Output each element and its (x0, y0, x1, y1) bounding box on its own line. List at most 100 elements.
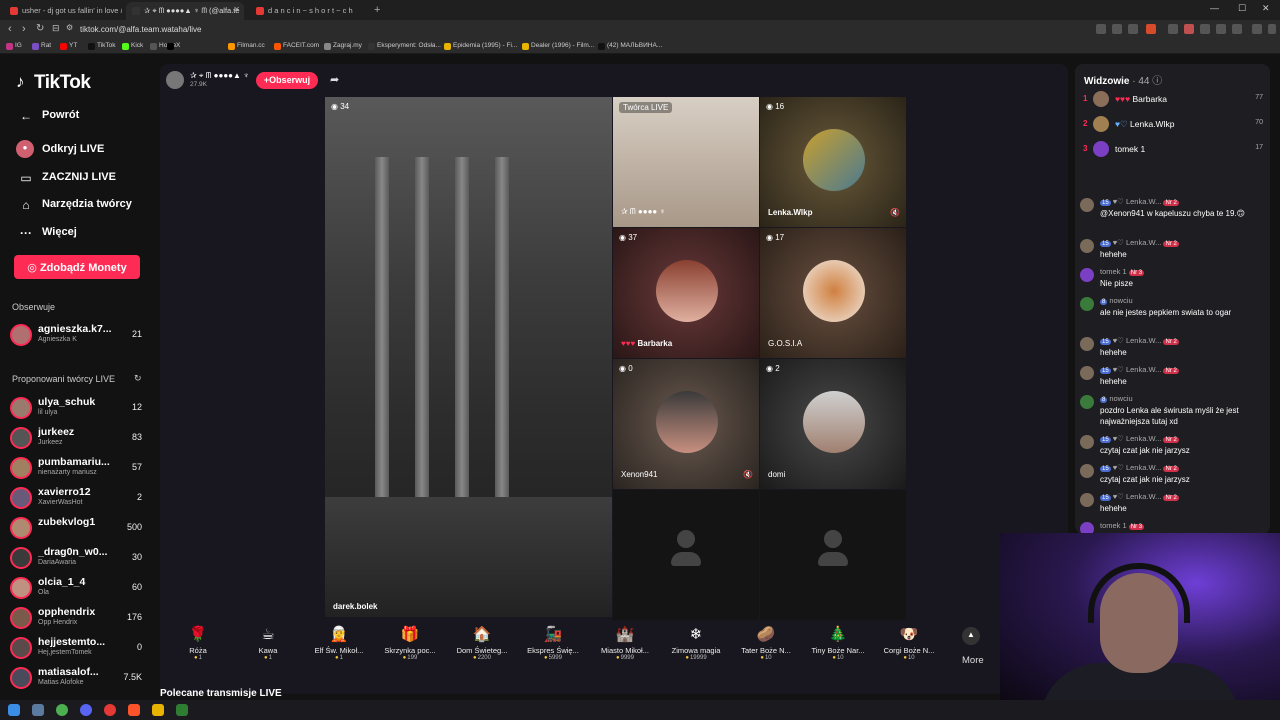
nav-discover-live[interactable]: ● Odkryj LIVE (16, 140, 104, 158)
taskbar-app-icon[interactable] (104, 704, 116, 716)
bookmark-item[interactable]: Epidemia (1995) - Fi... (444, 42, 517, 50)
bookmark-item[interactable]: (42) МАЛЬВИНА... (598, 42, 662, 50)
gift-item[interactable]: 🏠Dom Świeteg...2200 (452, 620, 512, 661)
close-icon[interactable]: ✕ (233, 5, 240, 14)
gift-item[interactable]: 🏰Miasto Mikoł...9999 (595, 620, 655, 661)
music-icon[interactable] (1252, 24, 1262, 34)
gift-item[interactable]: 🎁Skrzynka poc...199 (380, 620, 440, 661)
following-item[interactable]: agnieszka.k7... Agnieszka K 21 (10, 323, 150, 349)
guest-video[interactable]: ◉ 17 G.O.S.I.A (760, 228, 906, 358)
suggested-creator[interactable]: zubekvlog1 500 (10, 516, 150, 542)
nav-more[interactable]: ··· Więcej (18, 226, 77, 240)
more-gifts-button[interactable]: More (962, 655, 984, 666)
extension-icon[interactable] (1096, 24, 1106, 34)
discord-icon[interactable] (80, 704, 92, 716)
gift-item[interactable]: 🥔Tater Boże N...10 (736, 620, 796, 661)
guest-video[interactable]: ◉ 37 ♥♥♥ Barbarka (613, 228, 759, 358)
gift-item[interactable]: 🧝Elf Św. Mikoł...1 (309, 620, 369, 661)
chat-message[interactable]: 15 ♥♡ Lenka.W... Nr 2 hehehe (1080, 365, 1266, 389)
bookmark-icon[interactable]: ⊟ (52, 23, 60, 34)
bookmark-item[interactable]: FACEIT.com (274, 42, 319, 50)
extension-icon[interactable] (1168, 24, 1178, 34)
top-viewer[interactable]: 1 ♥♥♥ Barbarka 77 (1083, 91, 1263, 109)
refresh-icon[interactable]: ↻ (134, 373, 142, 384)
taskbar-app-icon[interactable] (32, 704, 44, 716)
start-icon[interactable] (8, 704, 20, 716)
share-icon[interactable]: ➦ (330, 73, 339, 86)
main-video[interactable]: ◉ 34 darek.bolek (325, 97, 612, 617)
suggested-creator[interactable]: hejjestemto... Hej,jestemTomek 0 (10, 636, 150, 662)
info-icon[interactable]: ⓘ (1152, 76, 1162, 87)
suggested-creator[interactable]: jurkeez Jurkeez 83 (10, 426, 150, 452)
gift-item[interactable]: 🚂Ekspres Świę...5999 (523, 620, 583, 661)
follow-button[interactable]: +Obserwuj (256, 72, 318, 89)
extension-icon[interactable] (1128, 24, 1138, 34)
guest-video-host[interactable]: Twórca LIVE ✰ ᗰ ●●●● ♆ (613, 97, 759, 227)
chat-message[interactable]: 15 ♥♡ Lenka.W... Nr 2 @Xenon941 w kapelusz… (1080, 197, 1266, 233)
get-coins-button[interactable]: ◎ Zdobądź Monety (14, 255, 140, 279)
chat-message[interactable]: 8 nowciu pozdro Lenka ale świrusta myśli ż… (1080, 394, 1266, 430)
bookmark-item[interactable]: Filman.cc (228, 42, 265, 50)
browser-tab[interactable]: usher - dj got us fallin' in love // (4, 2, 122, 20)
nav-back[interactable]: ← Powrót (18, 109, 79, 123)
taskbar-app-icon[interactable] (176, 704, 188, 716)
bookmark-item[interactable]: YT (60, 42, 77, 50)
bookmark-item[interactable]: Rat (32, 42, 51, 50)
suggested-creator[interactable]: xavierro12 XavierWasHot 2 (10, 486, 150, 512)
minimize-icon[interactable]: — (1210, 3, 1219, 13)
taskbar-app-icon[interactable] (152, 704, 164, 716)
empty-guest-slot[interactable] (760, 490, 906, 620)
forward-icon[interactable]: › (22, 23, 26, 35)
suggested-creator[interactable]: matiasalof... Matias Alofoke 7.5K (10, 666, 150, 692)
browser-tab-active[interactable]: ✰ ⌖ ᗰ ●●●●▲ ♆ ᗰ (@alfa.te ✕ (126, 2, 244, 20)
guest-video[interactable]: ◉ 2 domi (760, 359, 906, 489)
chat-message[interactable]: 8 nowciu ale nie jestes pepkiem swiata to … (1080, 296, 1266, 332)
reload-icon[interactable]: ↻ (36, 23, 44, 34)
chrome-icon[interactable] (56, 704, 68, 716)
chat-message[interactable]: tomek 1 Nr 3 Nie pisze (1080, 267, 1266, 291)
bookmark-item[interactable]: X (167, 42, 180, 50)
download-icon[interactable] (1216, 24, 1226, 34)
gift-item[interactable]: 🐶Corgi Boże N...10 (879, 620, 939, 661)
nav-start-live[interactable]: ▭ ZACZNIJ LIVE (18, 171, 116, 185)
bookmark-item[interactable]: TikTok (88, 42, 116, 50)
suggested-creator[interactable]: olcia_1_4 Ola 60 (10, 576, 150, 602)
extension-icon[interactable] (1232, 24, 1242, 34)
chat-message[interactable]: 15 ♥♡ Lenka.W... Nr 2 hehehe (1080, 336, 1266, 360)
close-window-icon[interactable]: ✕ (1262, 3, 1270, 14)
back-icon[interactable]: ‹ (8, 23, 12, 35)
bookmark-item[interactable]: Eksperyment: Odsła... (368, 42, 441, 50)
guest-video[interactable]: ◉ 16 Lenka.Wlkp 🔇 (760, 97, 906, 227)
nav-creator-tools[interactable]: ⌂ Narzędzia twórcy (18, 198, 132, 212)
guest-video[interactable]: ◉ 0 Xenon941 🔇 (613, 359, 759, 489)
chat-message[interactable]: 15 ♥♡ Lenka.W... Nr 2 czytaj czat jak nie … (1080, 434, 1266, 458)
gift-item[interactable]: ☕Kawa1 (238, 620, 298, 661)
top-viewer[interactable]: 3 tomek 1 17 (1083, 141, 1263, 159)
extension-icon[interactable] (1200, 24, 1210, 34)
tiktok-logo[interactable]: ♪ TikTok (16, 72, 91, 94)
url-field[interactable]: tiktok.com/@alfa.team.wataha/live (80, 23, 1080, 37)
suggested-creator[interactable]: opphendrix Opp Hendrix 176 (10, 606, 150, 632)
menu-icon[interactable] (1268, 24, 1276, 34)
brave-shield-icon[interactable] (1146, 24, 1156, 34)
host-avatar[interactable] (166, 71, 184, 89)
gift-item[interactable]: 🎄Tiny Boże Nar...10 (808, 620, 868, 661)
chat-message[interactable]: tomek 1 Nr 3 (1080, 521, 1266, 533)
top-viewer[interactable]: 2 ♥♡ Lenka.Wlkp 70 (1083, 116, 1263, 134)
host-name[interactable]: ✰ ⌖ ᗰ ●●●●▲ ♆ (190, 71, 249, 81)
maximize-icon[interactable]: ☐ (1238, 3, 1246, 14)
bookmark-item[interactable]: Dealer (1996) - Film... (522, 42, 594, 50)
new-tab-icon[interactable]: + (374, 4, 380, 16)
bookmark-item[interactable]: Zagraj.my (324, 42, 362, 50)
gift-item[interactable]: ❄Zimowa magia19999 (666, 620, 726, 661)
suggested-creator[interactable]: ulya_schuk lil ulya 12 (10, 396, 150, 422)
chat-message[interactable]: 15 ♥♡ Lenka.W... Nr 2 hehehe (1080, 492, 1266, 516)
chevron-up-icon[interactable]: ▲ (962, 627, 980, 645)
bookmark-item[interactable]: Kick (122, 42, 143, 50)
bookmark-item[interactable]: IG (6, 42, 22, 50)
gift-item[interactable]: 🌹Róża1 (168, 620, 228, 661)
extension-icon[interactable] (1112, 24, 1122, 34)
chat-message[interactable]: 15 ♥♡ Lenka.W... Nr 2 hehehe (1080, 238, 1266, 262)
site-info-icon[interactable]: ⚙ (66, 23, 73, 32)
suggested-creator[interactable]: _drag0n_w0... DariaAwaria 30 (10, 546, 150, 572)
